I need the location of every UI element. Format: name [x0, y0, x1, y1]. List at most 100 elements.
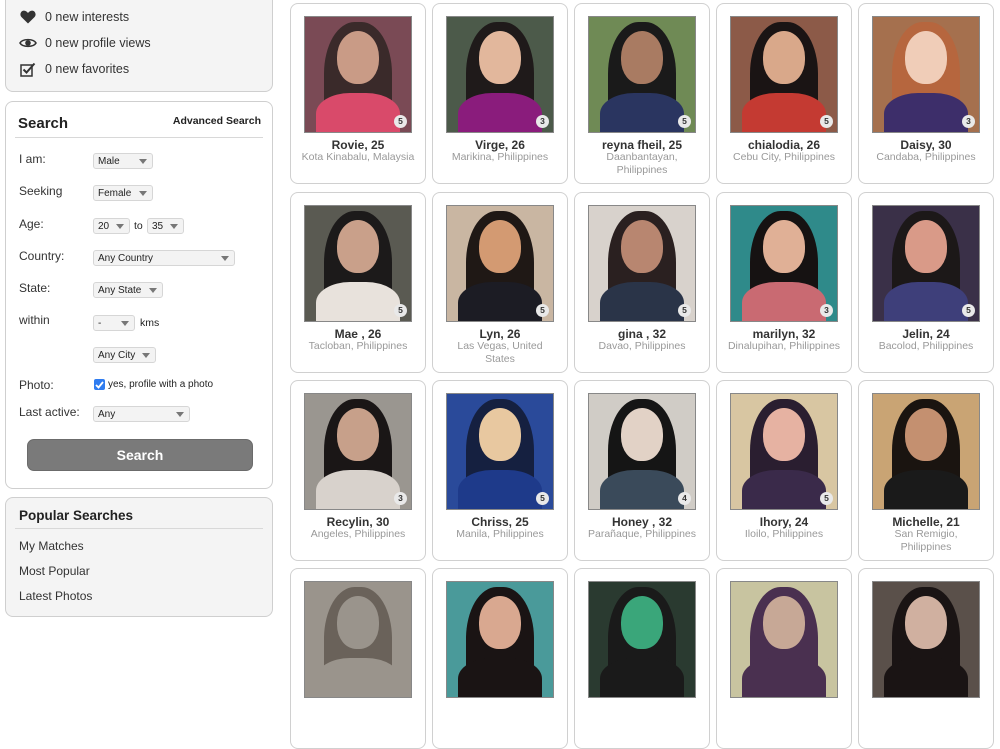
profile-name[interactable]: Ihory, 24 — [717, 515, 851, 529]
notification-profile-views[interactable]: 0 new profile views — [19, 35, 151, 51]
profile-name[interactable]: Virge, 26 — [433, 138, 567, 152]
age-to-select[interactable]: 35 — [147, 218, 184, 234]
photo-face — [478, 595, 522, 649]
profile-photo[interactable]: 5 — [446, 393, 554, 510]
profile-photo[interactable] — [730, 581, 838, 698]
profile-photo[interactable]: 4 — [588, 393, 696, 510]
seeking-label: Seeking — [19, 184, 63, 198]
profile-card[interactable]: 5 chialodia, 26 Cebu City, Philippines — [716, 3, 852, 184]
profile-photo[interactable]: 3 — [872, 16, 980, 133]
profile-photo[interactable] — [588, 581, 696, 698]
profile-card[interactable]: 3 marilyn, 32 Dinalupihan, Philippines — [716, 192, 852, 373]
profile-card[interactable]: 5 reyna fheil, 25 Daanbantayan, Philippine… — [574, 3, 710, 184]
i-am-select[interactable]: Male — [93, 153, 153, 169]
last-active-select[interactable]: Any — [93, 406, 190, 422]
seeking-select[interactable]: Female — [93, 185, 153, 201]
notification-favorites[interactable]: 0 new favorites — [19, 61, 129, 77]
profile-card[interactable]: 3 Recylin, 30 Angeles, Philippines — [290, 380, 426, 561]
profile-card[interactable] — [290, 568, 426, 749]
profile-name[interactable]: Mae , 26 — [291, 327, 425, 341]
notification-interests[interactable]: 0 new interests — [19, 9, 129, 25]
within-value: - — [98, 318, 102, 329]
profile-card[interactable]: 5 Rovie, 25 Kota Kinabalu, Malaysia — [290, 3, 426, 184]
profile-card[interactable]: 5 Chriss, 25 Manila, Philippines — [432, 380, 568, 561]
popular-link-my-matches[interactable]: My Matches — [19, 539, 84, 553]
profile-card[interactable] — [432, 568, 568, 749]
age-from-select[interactable]: 20 — [93, 218, 130, 234]
country-select[interactable]: Any Country — [93, 250, 235, 266]
photo-face — [620, 30, 664, 84]
state-select[interactable]: Any State — [93, 282, 163, 298]
photo-face — [762, 407, 806, 461]
advanced-search-link[interactable]: Advanced Search — [173, 115, 261, 127]
profile-card[interactable] — [716, 568, 852, 749]
profile-name[interactable]: reyna fheil, 25 — [575, 138, 709, 152]
photo-body — [315, 281, 401, 321]
profile-photo[interactable]: 5 — [588, 16, 696, 133]
profile-name[interactable]: marilyn, 32 — [717, 327, 851, 341]
chevron-down-icon — [142, 353, 150, 358]
profile-photo[interactable]: 5 — [730, 393, 838, 510]
profile-card[interactable]: 5 gina , 32 Davao, Philippines — [574, 192, 710, 373]
profile-photo[interactable] — [872, 393, 980, 510]
profile-card[interactable]: 3 Daisy, 30 Candaba, Philippines — [858, 3, 994, 184]
profile-photo[interactable]: 5 — [730, 16, 838, 133]
photo-body — [883, 469, 969, 509]
profile-photo[interactable]: 5 — [304, 205, 412, 322]
profile-card[interactable]: 5 Jelin, 24 Bacolod, Philippines — [858, 192, 994, 373]
profile-card[interactable]: 5 Lyn, 26 Las Vegas, United States — [432, 192, 568, 373]
profile-name[interactable]: Jelin, 24 — [859, 327, 993, 341]
profile-location: Cebu City, Philippines — [733, 151, 835, 163]
popular-link-latest-photos[interactable]: Latest Photos — [19, 589, 92, 603]
profile-name[interactable]: Lyn, 26 — [433, 327, 567, 341]
photo-body — [599, 469, 685, 509]
profile-photo[interactable]: 5 — [446, 205, 554, 322]
popular-link-most-popular[interactable]: Most Popular — [19, 564, 90, 578]
photo-body — [599, 92, 685, 132]
last-active-value: Any — [98, 409, 116, 420]
profile-photo[interactable]: 5 — [588, 205, 696, 322]
profile-card[interactable]: 5 Mae , 26 Tacloban, Philippines — [290, 192, 426, 373]
popular-searches-panel: Popular Searches My Matches Most Popular… — [5, 497, 273, 617]
profile-name[interactable]: Recylin, 30 — [291, 515, 425, 529]
profile-photo[interactable] — [446, 581, 554, 698]
city-select[interactable]: Any City — [93, 347, 156, 363]
profile-name[interactable]: Chriss, 25 — [433, 515, 567, 529]
profile-card[interactable] — [574, 568, 710, 749]
profile-name[interactable]: Honey , 32 — [575, 515, 709, 529]
profile-photo[interactable] — [304, 581, 412, 698]
profile-photo[interactable]: 3 — [304, 393, 412, 510]
profile-photo[interactable]: 5 — [304, 16, 412, 133]
profile-location: Davao, Philippines — [598, 340, 686, 352]
profile-location: Manila, Philippines — [456, 528, 544, 540]
profile-card[interactable] — [858, 568, 994, 749]
photo-checkbox[interactable] — [94, 379, 105, 390]
age-separator: to — [134, 220, 143, 232]
profile-card[interactable]: Michelle, 21 San Remigio, Philippines — [858, 380, 994, 561]
profile-location: Iloilo, Philippines — [744, 528, 824, 540]
photo-body — [883, 281, 969, 321]
age-from-value: 20 — [98, 221, 110, 232]
photo-count-badge: 3 — [962, 115, 975, 128]
profile-location: Parañaque, Philippines — [588, 528, 696, 540]
profile-photo[interactable]: 3 — [446, 16, 554, 133]
profile-card[interactable]: 3 Virge, 26 Marikina, Philippines — [432, 3, 568, 184]
profile-name[interactable]: Rovie, 25 — [291, 138, 425, 152]
photo-face — [904, 407, 948, 461]
profile-name[interactable]: Michelle, 21 — [859, 515, 993, 529]
chevron-down-icon — [121, 321, 129, 326]
profile-location: Candaba, Philippines — [876, 151, 976, 163]
profile-photo[interactable]: 5 — [872, 205, 980, 322]
profile-location: Angeles, Philippines — [310, 528, 406, 540]
profile-photo[interactable] — [872, 581, 980, 698]
profile-name[interactable]: Daisy, 30 — [859, 138, 993, 152]
profile-card[interactable]: 5 Ihory, 24 Iloilo, Philippines — [716, 380, 852, 561]
profile-name[interactable]: gina , 32 — [575, 327, 709, 341]
profile-photo[interactable]: 3 — [730, 205, 838, 322]
profile-card[interactable]: 4 Honey , 32 Parañaque, Philippines — [574, 380, 710, 561]
photo-body — [741, 657, 827, 697]
city-value: Any City — [98, 350, 136, 361]
profile-name[interactable]: chialodia, 26 — [717, 138, 851, 152]
search-button[interactable]: Search — [27, 439, 253, 471]
within-select[interactable]: - — [93, 315, 135, 331]
